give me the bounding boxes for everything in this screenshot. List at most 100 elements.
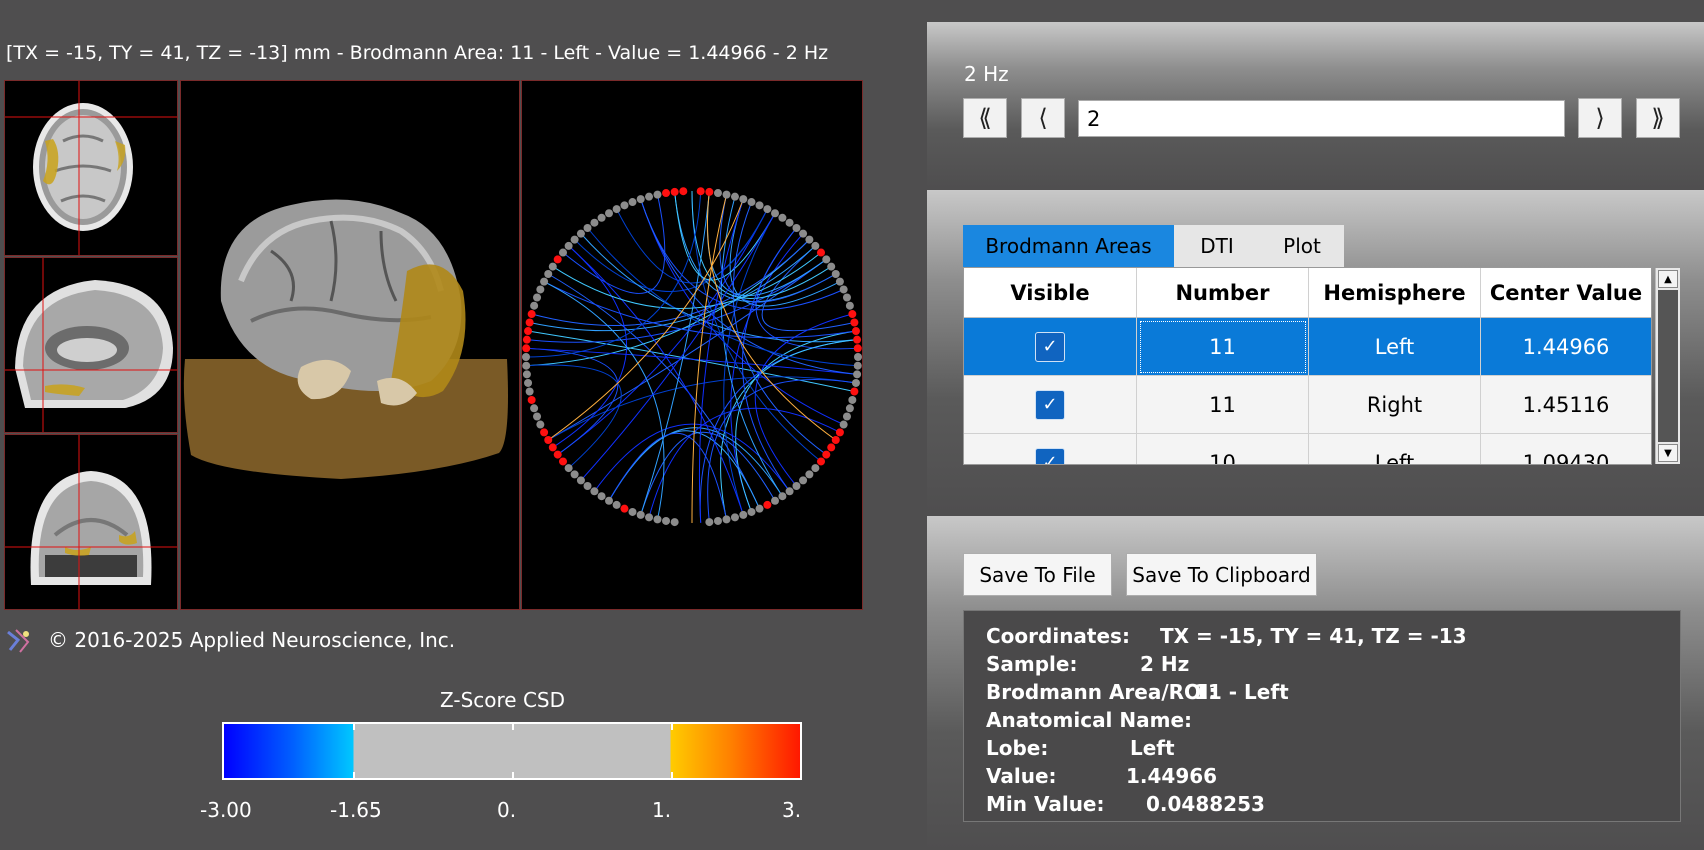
tab-plot[interactable]: Plot xyxy=(1260,225,1344,267)
colorbar-tick xyxy=(353,724,355,730)
number-cell[interactable]: 11 xyxy=(1137,318,1309,376)
region-node xyxy=(530,301,539,310)
number-cell[interactable]: 10 xyxy=(1137,434,1309,464)
save-to-clipboard-button[interactable]: Save To Clipboard xyxy=(1126,553,1317,596)
region-node xyxy=(524,327,533,336)
region-node xyxy=(739,510,748,519)
sagittal-slice-view[interactable] xyxy=(4,257,178,433)
column-header-number[interactable]: Number xyxy=(1137,268,1309,318)
region-node xyxy=(850,318,859,327)
region-node xyxy=(612,205,621,214)
hemisphere-cell[interactable]: Left xyxy=(1309,318,1481,376)
connection-line xyxy=(640,198,844,425)
scroll-up-button[interactable]: ▲ xyxy=(1658,270,1678,288)
visible-cell[interactable]: ✓ xyxy=(964,434,1137,464)
region-node xyxy=(522,370,531,379)
region-node xyxy=(822,255,831,264)
tab-brodmann-areas[interactable]: Brodmann Areas xyxy=(963,225,1174,267)
connection-line xyxy=(527,330,855,393)
min-value-label: Min Value: xyxy=(986,792,1105,816)
region-node xyxy=(548,262,557,271)
region-node xyxy=(522,353,530,361)
region-node xyxy=(842,412,851,421)
region-node xyxy=(827,262,836,271)
scroll-down-button[interactable]: ▼ xyxy=(1658,444,1678,462)
region-node xyxy=(527,395,536,404)
region-node xyxy=(799,476,808,485)
region-node xyxy=(620,201,629,210)
region-node xyxy=(670,518,679,527)
anatomical-name-label: Anatomical Name: xyxy=(986,708,1193,732)
save-to-file-button[interactable]: Save To File xyxy=(963,553,1112,596)
region-node xyxy=(853,335,862,344)
region-node xyxy=(527,310,536,319)
region-node xyxy=(540,277,549,286)
region-node xyxy=(853,361,862,370)
region-node xyxy=(848,310,857,319)
last-frequency-button[interactable]: ⟫ xyxy=(1636,98,1680,138)
min-value-value: 0.0488253 xyxy=(1146,792,1265,816)
connectivity-circle-view[interactable] xyxy=(521,80,863,610)
visible-cell[interactable]: ✓ xyxy=(964,376,1137,434)
region-node xyxy=(544,270,553,278)
center-value-cell[interactable]: 1.44966 xyxy=(1481,318,1651,376)
region-node xyxy=(628,198,637,207)
region-node xyxy=(763,205,772,214)
region-node xyxy=(524,378,533,387)
region-node xyxy=(558,457,567,466)
region-node xyxy=(636,510,645,519)
triangle-down-icon: ▼ xyxy=(1664,447,1672,459)
region-node xyxy=(525,387,534,396)
region-node xyxy=(778,492,787,501)
scrollbar-thumb[interactable] xyxy=(1658,290,1678,442)
table-scrollbar[interactable]: ▲ ▼ xyxy=(1655,268,1680,464)
brodmann-table[interactable]: Visible Number Hemisphere Center Value ✓… xyxy=(963,267,1652,465)
hemisphere-cell[interactable]: Right xyxy=(1309,376,1481,434)
region-node xyxy=(570,470,579,479)
region-node xyxy=(785,218,794,227)
3d-brain-view[interactable] xyxy=(180,80,520,610)
column-header-hemisphere[interactable]: Hemisphere xyxy=(1309,268,1481,318)
checkmark-icon: ✓ xyxy=(1042,336,1058,357)
region-node xyxy=(811,464,820,473)
region-node xyxy=(851,378,860,387)
frequency-input[interactable]: 2 xyxy=(1078,100,1565,137)
first-frequency-button[interactable]: ⟪ xyxy=(963,98,1007,138)
sample-value: 2 Hz xyxy=(1140,652,1190,676)
region-node xyxy=(522,335,531,344)
colorbar-tick xyxy=(353,772,355,778)
visible-cell[interactable]: ✓ xyxy=(964,318,1137,376)
region-node xyxy=(854,353,862,361)
visible-checkbox[interactable]: ✓ xyxy=(1035,447,1065,464)
double-chevron-right-icon: ⟫ xyxy=(1651,104,1665,132)
colorbar-tick xyxy=(512,724,514,730)
region-node xyxy=(636,195,645,204)
coronal-slice-view[interactable] xyxy=(4,434,178,610)
region-node xyxy=(553,450,562,459)
hemisphere-cell[interactable]: Left xyxy=(1309,434,1481,464)
next-frequency-button[interactable]: ⟩ xyxy=(1578,98,1622,138)
chevron-right-icon: ⟩ xyxy=(1595,104,1605,132)
brodmann-value: 11 - Left xyxy=(1194,680,1289,704)
previous-frequency-button[interactable]: ⟨ xyxy=(1021,98,1065,138)
column-header-center-value[interactable]: Center Value xyxy=(1481,268,1651,318)
region-node xyxy=(536,285,545,294)
axial-slice-view[interactable] xyxy=(4,80,178,256)
tab-dti[interactable]: DTI xyxy=(1174,225,1260,267)
region-node xyxy=(653,515,662,524)
region-node xyxy=(670,187,679,196)
value-value: 1.44966 xyxy=(1126,764,1218,788)
region-node xyxy=(792,482,801,491)
colorbar-title: Z-Score CSD xyxy=(440,688,565,712)
region-node xyxy=(525,318,534,327)
region-node xyxy=(827,443,836,452)
sample-label: Sample: xyxy=(986,652,1078,676)
frequency-label: 2 Hz xyxy=(964,62,1009,86)
region-node xyxy=(853,370,862,379)
center-value-cell[interactable]: 1.45116 xyxy=(1481,376,1651,434)
column-header-visible[interactable]: Visible xyxy=(964,268,1137,318)
number-cell[interactable]: 11 xyxy=(1137,376,1309,434)
visible-checkbox[interactable]: ✓ xyxy=(1035,331,1065,362)
center-value-cell[interactable]: 1.09430 xyxy=(1481,434,1651,465)
visible-checkbox[interactable]: ✓ xyxy=(1035,389,1065,420)
